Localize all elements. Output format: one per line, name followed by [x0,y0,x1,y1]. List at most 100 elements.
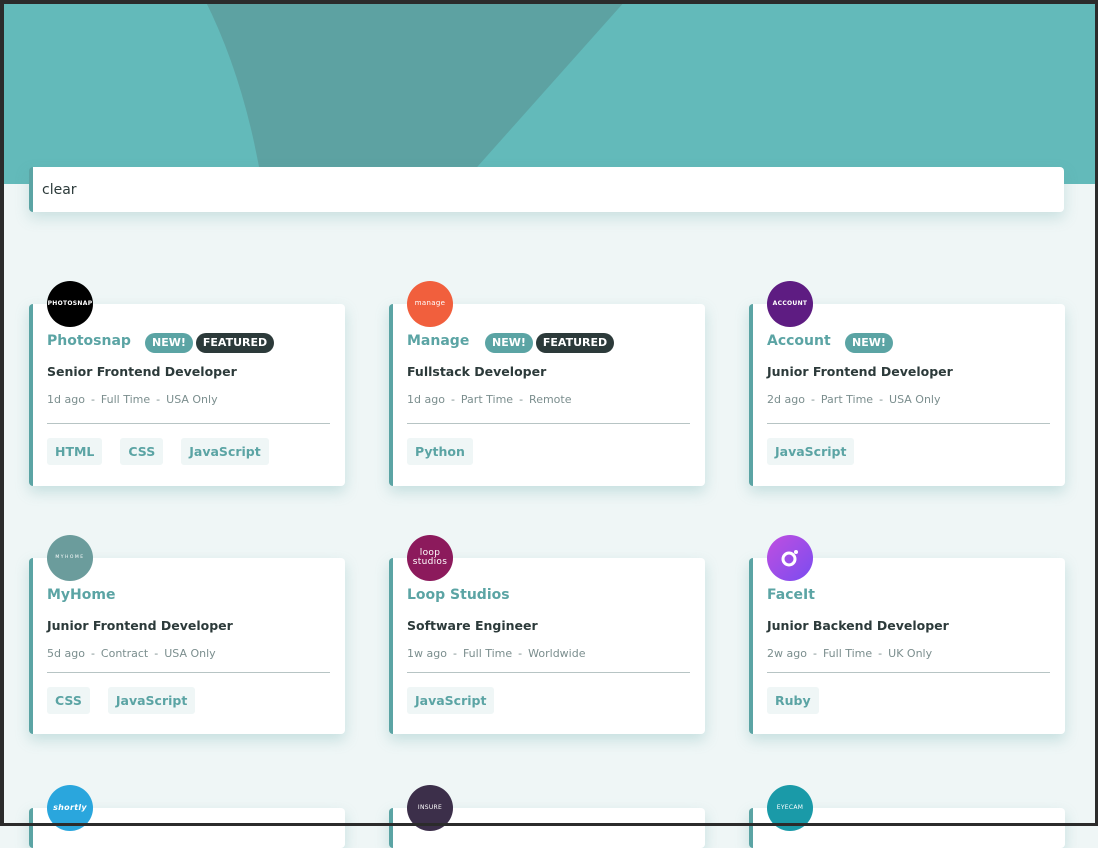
job-position[interactable]: Junior Backend Developer [767,618,949,633]
tag-html[interactable]: HTML [47,438,103,465]
meta-separator: - [90,647,95,660]
tag-css[interactable]: CSS [120,438,164,465]
tag-javascript[interactable]: JavaScript [407,687,495,714]
posted-at: 2d ago [767,393,805,406]
card-divider [407,672,690,673]
faceit-logo-icon [781,550,798,567]
job-card: EYECAM [749,785,1065,848]
job-location: UK Only [888,647,933,660]
tag-python[interactable]: Python [407,438,473,465]
tag-javascript[interactable]: JavaScript [767,438,855,465]
job-card: PHOTOSNAP Photosnap NEW! FEATURED Senior… [29,281,345,486]
job-card: manage Manage NEW! FEATURED Fullstack De… [389,281,705,486]
company-logo: shortly [47,785,93,831]
job-location: USA Only [889,393,941,406]
company-name: Loop Studios [407,587,510,603]
company-logo: MYHOME [47,535,93,581]
badges: NEW! FEATURED [145,333,275,353]
card-divider [767,423,1050,424]
new-badge: NEW! [145,333,193,353]
filter-search-bar[interactable]: clear [29,167,1064,212]
company-logo: ACCOUNT [767,281,813,327]
tag-list: HTML CSS JavaScript [47,438,269,465]
posted-at: 5d ago [47,647,85,660]
job-position[interactable]: Software Engineer [407,618,538,633]
posted-at: 1d ago [407,393,445,406]
tag-javascript[interactable]: JavaScript [107,687,196,714]
job-location: USA Only [164,647,216,660]
meta-separator: - [810,393,815,406]
company-logo: INSURE [407,785,453,831]
job-location: Remote [529,393,572,406]
tag-ruby[interactable]: Ruby [767,687,819,714]
logo-text: INSURE [417,803,443,811]
company-logo: EYECAM [767,785,813,831]
logo-text: ACCOUNT [772,299,808,307]
badges: NEW! FEATURED [485,333,615,353]
tag-css[interactable]: CSS [47,687,90,714]
card-divider [767,672,1050,673]
job-card: MYHOME MyHome Junior Frontend Developer … [29,535,345,734]
job-meta: 5d ago - Contract - USA Only [47,647,216,660]
job-meta: 1d ago - Part Time - Remote [407,393,572,406]
job-meta: 2w ago - Full Time - UK Only [767,647,932,660]
job-location: Worldwide [528,647,586,660]
company-name: Manage [407,333,470,349]
job-position[interactable]: Junior Frontend Developer [47,618,233,633]
job-card: loop studios Loop Studios Software Engin… [389,535,705,734]
job-card: FaceIt Junior Backend Developer 2w ago - … [749,535,1065,734]
logo-text: PHOTOSNAP [47,299,93,307]
job-position[interactable]: Senior Frontend Developer [47,364,237,379]
contract-type: Contract [100,647,149,660]
job-meta: 2d ago - Part Time - USA Only [767,393,941,406]
meta-separator: - [156,393,161,406]
meta-separator: - [519,393,524,406]
tag-list: Ruby [767,687,819,714]
company-logo: manage [407,281,453,327]
featured-badge: FEATURED [535,333,615,353]
contract-type: Part Time [460,393,514,406]
badges: NEW! [845,333,893,353]
posted-at: 1w ago [407,647,447,660]
company-name: MyHome [47,587,116,603]
meta-separator: - [812,647,817,660]
job-position[interactable]: Junior Frontend Developer [767,364,953,379]
logo-text: shortly [53,802,87,812]
company-logo [767,535,813,581]
job-meta: 1d ago - Full Time - USA Only [47,393,218,406]
job-card: INSURE [389,785,705,848]
company-name: FaceIt [767,587,815,603]
meta-separator: - [90,393,95,406]
header-pattern [205,0,626,184]
posted-at: 1d ago [47,393,85,406]
featured-badge: FEATURED [195,333,275,353]
contract-type: Full Time [100,393,151,406]
job-location: USA Only [166,393,218,406]
card-divider [407,423,690,424]
job-card: ACCOUNT Account NEW! Junior Frontend Dev… [749,281,1065,486]
card-divider [47,672,330,673]
meta-separator: - [154,647,159,660]
new-badge: NEW! [485,333,533,353]
company-logo: PHOTOSNAP [47,281,93,327]
meta-separator: - [452,647,457,660]
job-position[interactable]: Fullstack Developer [407,364,546,379]
tag-list: JavaScript [407,687,495,714]
new-badge: NEW! [845,333,893,353]
meta-separator: - [879,393,884,406]
company-name: Photosnap [47,333,131,349]
filter-clear-text[interactable]: clear [42,182,77,198]
logo-text: EYECAM [776,803,804,811]
contract-type: Part Time [820,393,874,406]
header-banner [0,0,1098,184]
job-meta: 1w ago - Full Time - Worldwide [407,647,585,660]
meta-separator: - [878,647,883,660]
logo-text: manage [414,299,446,308]
tag-list: Python [407,438,473,465]
logo-text: loop studios [412,547,448,567]
tag-javascript[interactable]: JavaScript [181,438,269,465]
company-logo: loop studios [407,535,453,581]
contract-type: Full Time [462,647,513,660]
company-name: Account [767,333,831,349]
meta-separator: - [518,647,523,660]
